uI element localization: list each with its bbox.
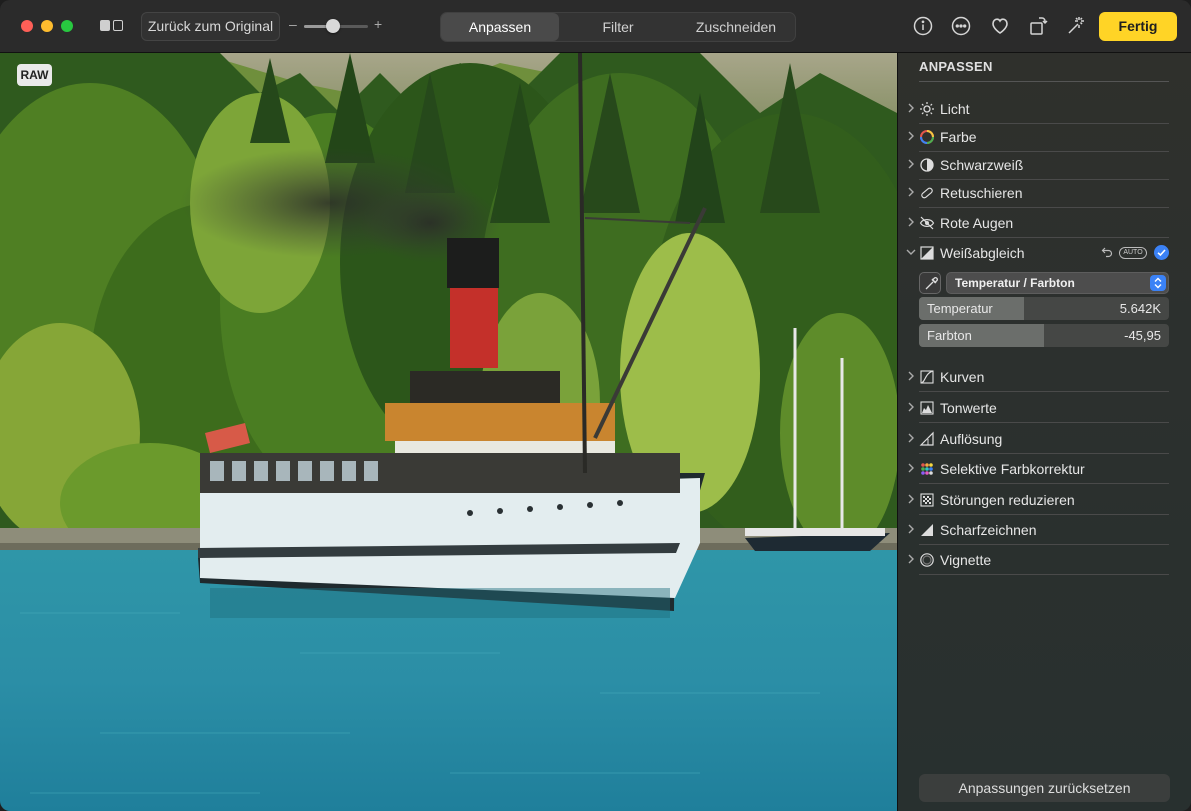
chevron-updown-icon [1150,275,1166,291]
section-label: Störungen reduzieren [940,492,1075,508]
heart-icon[interactable] [988,14,1012,38]
steamship-photo [0,53,897,811]
temperature-label: Temperatur [927,301,993,316]
section-stoerungen-reduzieren[interactable]: Störungen reduzieren [898,485,1191,515]
tab-filter[interactable]: Filter [559,13,677,41]
temperature-value: 5.642K [1119,301,1161,316]
eye-icon [919,216,935,230]
zoom-in-label: + [374,16,383,32]
half-circle-icon [920,158,934,172]
tint-slider[interactable]: Farbton -45,95 [919,324,1169,347]
section-scharfzeichnen[interactable]: Scharfzeichnen [898,515,1191,545]
section-label: Tonwerte [940,400,997,416]
reset-adjustments-button[interactable]: Anpassungen zurücksetzen [919,774,1170,802]
revert-to-original-button[interactable]: Zurück zum Original [141,12,280,41]
definition-icon [919,431,934,446]
chevron-down-icon [906,249,916,255]
chevron-right-icon [908,524,914,534]
sharpen-icon [921,524,933,536]
auto-button[interactable]: AUTO [1119,247,1147,259]
section-licht[interactable]: Licht [898,94,1191,124]
chevron-right-icon [908,217,914,227]
minimize-window-button[interactable] [41,20,53,32]
rotate-icon[interactable] [1026,14,1050,38]
sidebar-title: ANPASSEN [919,59,993,74]
sidebar-divider [919,81,1169,82]
close-window-button[interactable] [21,20,33,32]
chevron-right-icon [908,554,914,564]
chevron-right-icon [908,371,914,381]
tab-zuschneiden[interactable]: Zuschneiden [677,13,795,41]
chevron-right-icon [908,159,914,169]
section-tonwerte[interactable]: Tonwerte [898,393,1191,423]
magic-wand-icon[interactable] [1064,14,1088,38]
section-label: Scharfzeichnen [940,522,1037,538]
section-label: Licht [940,101,970,117]
zoom-slider[interactable] [304,19,368,33]
chevron-right-icon [908,433,914,443]
zoom-slider-knob[interactable] [325,19,340,33]
section-label: Selektive Farbkorrektur [940,461,1085,477]
section-rote-augen[interactable]: Rote Augen [898,208,1191,238]
section-label: Vignette [940,552,992,568]
chevron-right-icon [908,187,914,197]
bandage-icon [921,187,933,199]
levels-icon [920,401,934,415]
temperature-slider[interactable]: Temperatur 5.642K [919,297,1169,320]
vignette-icon [920,553,934,567]
tab-anpassen[interactable]: Anpassen [441,13,559,41]
photos-edit-window: Zurück zum Original – + Anpassen Filter … [0,0,1191,811]
edit-mode-tabs: Anpassen Filter Zuschneiden [440,12,796,42]
section-label: Schwarzweiß [940,157,1024,173]
raw-badge: RAW [17,64,52,86]
adjust-sidebar: ANPASSEN Licht Farbe Schwarzweiß Retusch… [897,53,1191,811]
photo-canvas[interactable] [0,53,897,811]
color-dots-icon [921,463,933,475]
section-retuschieren[interactable]: Retuschieren [898,178,1191,208]
tint-value: -45,95 [1124,328,1161,343]
white-balance-icon [920,246,934,260]
toolbar: Zurück zum Original – + Anpassen Filter … [0,0,1191,53]
color-wheel-icon [920,130,934,144]
section-label: Rote Augen [940,215,1014,231]
zoom-out-label: – [289,16,297,32]
chevron-right-icon [908,131,914,141]
chevron-right-icon [908,402,914,412]
undo-icon[interactable] [1101,246,1113,258]
section-vignette[interactable]: Vignette [898,545,1191,575]
section-kurven[interactable]: Kurven [898,362,1191,392]
chevron-right-icon [908,103,914,113]
eyedropper-icon[interactable] [919,272,941,294]
tint-label: Farbton [927,328,972,343]
section-selektive-farbkorrektur[interactable]: Selektive Farbkorrektur [898,454,1191,484]
section-label: Farbe [940,129,977,145]
section-label: Weißabgleich [940,245,1025,261]
info-icon[interactable] [911,14,935,38]
maximize-window-button[interactable] [61,20,73,32]
more-icon[interactable] [949,14,973,38]
section-aufloesung[interactable]: Auflösung [898,424,1191,454]
section-label: Retuschieren [940,185,1023,201]
section-label: Auflösung [940,431,1003,447]
section-label: Kurven [940,369,985,385]
done-button[interactable]: Fertig [1099,12,1177,41]
curves-icon [920,370,934,384]
split-view-icon[interactable] [97,17,127,35]
white-balance-mode-value: Temperatur / Farbton [955,276,1075,290]
chevron-right-icon [908,494,914,504]
noise-icon [920,493,934,507]
section-weissabgleich[interactable]: Weißabgleich AUTO [898,238,1191,268]
white-balance-mode-select[interactable]: Temperatur / Farbton [946,272,1169,294]
section-schwarzweiss[interactable]: Schwarzweiß [898,150,1191,180]
checkmark-icon[interactable] [1154,245,1169,260]
section-farbe[interactable]: Farbe [898,122,1191,152]
sun-icon [920,102,934,116]
chevron-right-icon [908,463,914,473]
